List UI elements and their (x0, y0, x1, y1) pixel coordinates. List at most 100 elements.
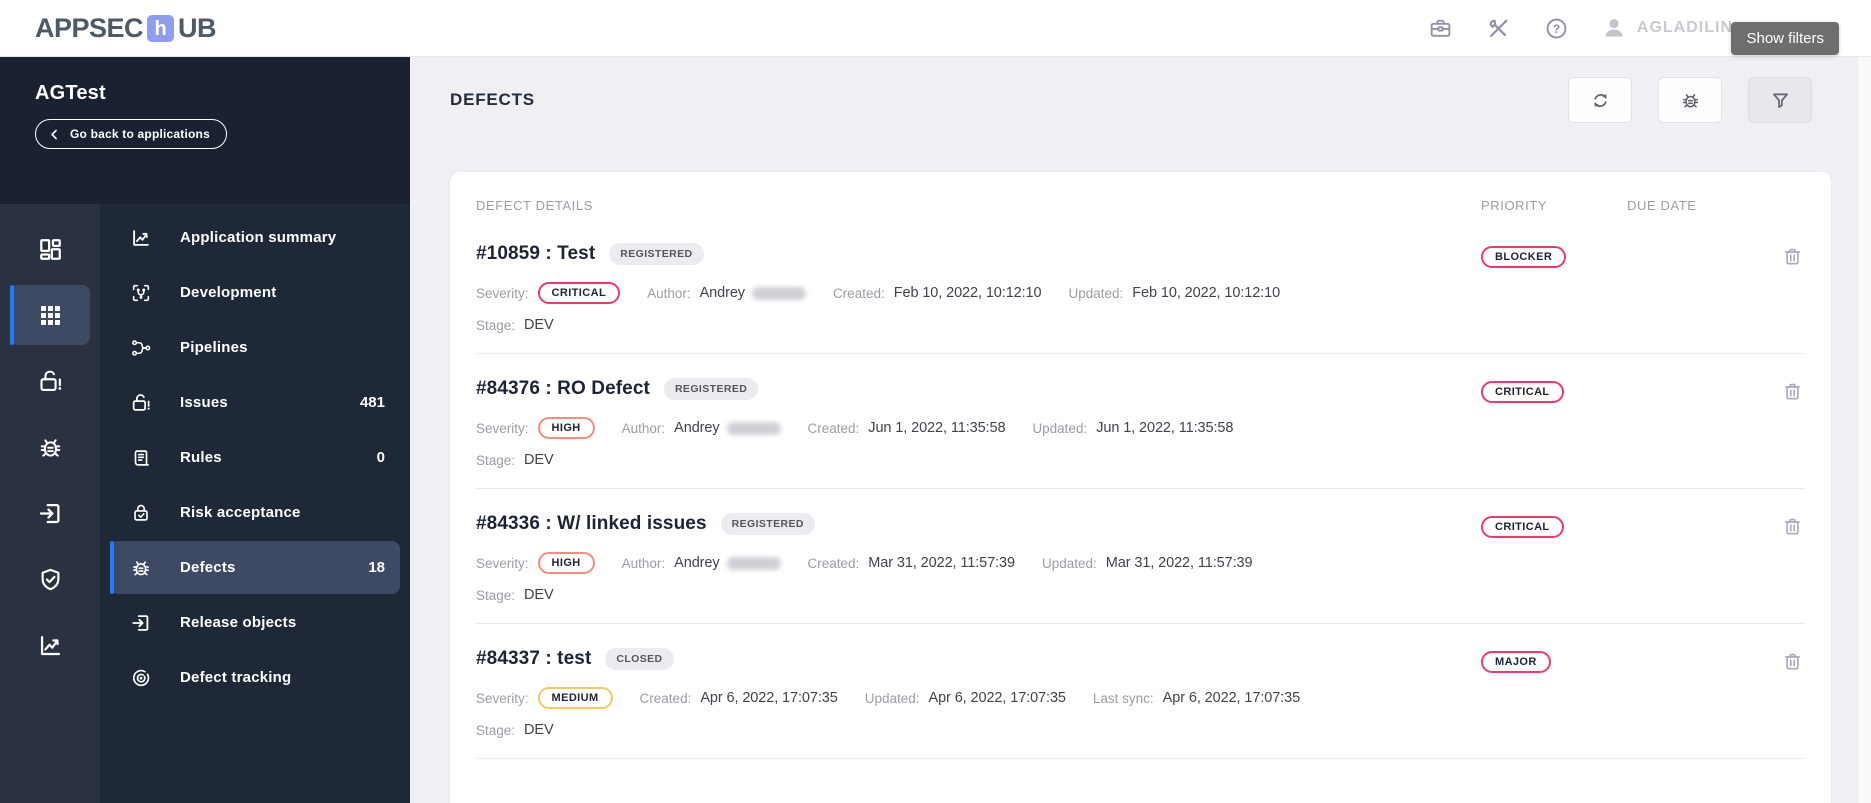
logo-text-left: APPSEC (35, 12, 144, 43)
severity-badge: CRITICAL (537, 282, 621, 304)
exit-icon (130, 612, 152, 634)
priority-cell: CRITICAL (1453, 513, 1599, 538)
priority-badge: CRITICAL (1481, 516, 1564, 538)
chevron-left-icon (48, 128, 61, 141)
stage-line: Stage: DEV (476, 452, 1453, 468)
sidebar-item-defects[interactable]: Defects 18 (100, 540, 410, 595)
created-value: Feb 10, 2022, 10:12:10 (893, 285, 1042, 301)
top-bar: APPSEC h UB AGLADILIN Show filters (0, 0, 1871, 57)
sidebar-header: AGTest Go back to applications (0, 57, 410, 204)
column-priority: PRIORITY (1481, 198, 1548, 213)
defect-title-line: #84336 : W/ linked issues REGISTERED (476, 513, 1453, 535)
last-sync: Last sync: Apr 6, 2022, 17:07:35 (1093, 690, 1300, 706)
stage-line: Stage: DEV (476, 722, 1453, 738)
priority-cell: MAJOR (1453, 648, 1599, 673)
bug-icon (37, 434, 64, 461)
created: Created: Feb 10, 2022, 10:12:10 (833, 285, 1042, 301)
author: Author: Andrey (647, 285, 806, 301)
delete-defect-button[interactable] (1779, 243, 1805, 269)
sidebar-item-defect-tracking[interactable]: Defect tracking (100, 650, 410, 705)
stage-value: DEV (524, 722, 554, 738)
delete-defect-button[interactable] (1779, 378, 1805, 404)
app-root: APPSEC h UB AGLADILIN Show filters AGTes… (0, 0, 1871, 803)
header-actions: AGLADILIN Show filters (1427, 0, 1853, 56)
author-value: Andrey (700, 285, 806, 301)
defect-title[interactable]: #84336 : W/ linked issues (476, 513, 707, 535)
sidebar-item-label: Development (180, 284, 277, 301)
sidebar-item-rules[interactable]: Rules 0 (100, 430, 410, 485)
sidebar-item-label: Issues (180, 394, 228, 411)
bug-icon (1680, 90, 1701, 111)
delete-defect-button[interactable] (1779, 513, 1805, 539)
sidebar-item-label: Risk acceptance (180, 504, 301, 521)
defect-meta-line: Severity: MEDIUM Created: Apr 6, 2022, 17:0… (476, 687, 1453, 709)
sidebar-item-development[interactable]: Development (100, 265, 410, 320)
defect-row: #84336 : W/ linked issues REGISTERED Sever… (476, 489, 1805, 624)
severity: Severity: MEDIUM (476, 687, 613, 709)
rail-item-chart[interactable] (0, 612, 100, 678)
rail-item-bug[interactable] (0, 414, 100, 480)
briefcase-button[interactable] (1427, 14, 1455, 42)
severity-badge: HIGH (537, 552, 595, 574)
help-button[interactable] (1543, 14, 1571, 42)
rail-item-shield-check[interactable] (0, 546, 100, 612)
delete-defect-button[interactable] (1779, 648, 1805, 674)
actions-cell (1779, 648, 1805, 674)
defect-details-cell: #84337 : test CLOSED Severity: MEDIUM Create… (476, 648, 1453, 738)
sidebar-item-label: Defect tracking (180, 669, 292, 686)
rail-item-dashboard[interactable] (0, 216, 100, 282)
column-defect-details: DEFECT DETAILS (476, 198, 593, 213)
stage-line: Stage: DEV (476, 587, 1453, 603)
updated: Updated: Jun 1, 2022, 11:35:58 (1032, 420, 1233, 436)
refresh-button[interactable] (1568, 77, 1632, 123)
pipeline-icon (130, 337, 152, 359)
updated-value: Mar 31, 2022, 11:57:39 (1105, 555, 1253, 571)
author-label: Author: (621, 555, 666, 571)
trash-icon (1781, 515, 1804, 538)
sidebar-item-release-objects[interactable]: Release objects (100, 595, 410, 650)
filter-button[interactable] (1748, 77, 1812, 123)
rail-item-lock-open[interactable] (0, 348, 100, 414)
defect-title-line: #84376 : RO Defect REGISTERED (476, 378, 1453, 400)
trash-icon (1781, 650, 1804, 673)
status-badge: REGISTERED (609, 243, 704, 265)
updated: Updated: Mar 31, 2022, 11:57:39 (1042, 555, 1253, 571)
created-value: Jun 1, 2022, 11:35:58 (868, 420, 1006, 436)
bug-button[interactable] (1658, 77, 1722, 123)
created-value: Apr 6, 2022, 17:07:35 (700, 690, 838, 706)
bug-icon (130, 557, 152, 579)
defect-title[interactable]: #84376 : RO Defect (476, 378, 650, 400)
author-value: Andrey (674, 420, 781, 436)
rail-item-exit[interactable] (0, 480, 100, 546)
updated: Updated: Apr 6, 2022, 17:07:35 (865, 690, 1066, 706)
priority-cell: BLOCKER (1453, 243, 1599, 268)
sidebar-item-risk-acceptance[interactable]: Risk acceptance (100, 485, 410, 540)
column-actions (1755, 198, 1805, 213)
sidebar-item-issues[interactable]: Issues 481 (100, 375, 410, 430)
created-label: Created: (832, 285, 885, 301)
priority-badge: CRITICAL (1481, 381, 1564, 403)
created-label: Created: (807, 555, 860, 571)
severity-label: Severity: (476, 555, 529, 571)
defect-title[interactable]: #10859 : Test (476, 243, 595, 265)
tools-button[interactable] (1485, 14, 1513, 42)
sidebar-item-label: Application summary (180, 229, 337, 246)
sidebar-item-pipelines[interactable]: Pipelines (100, 320, 410, 375)
created-label: Created: (639, 690, 692, 706)
rail-item-grid[interactable] (0, 282, 100, 348)
back-to-applications-button[interactable]: Go back to applications (35, 119, 227, 149)
author: Author: Andrey (622, 420, 781, 436)
sidebar-item-application-summary[interactable]: Application summary (100, 210, 410, 265)
dev-icon (130, 282, 152, 304)
defect-title[interactable]: #84337 : test (476, 648, 591, 670)
updated-value: Feb 10, 2022, 10:12:10 (1132, 285, 1281, 301)
scrollbar[interactable] (1857, 57, 1871, 803)
defect-row: #84337 : test CLOSED Severity: MEDIUM Create… (476, 624, 1805, 759)
created: Created: Jun 1, 2022, 11:35:58 (808, 420, 1006, 436)
severity-badge: MEDIUM (537, 687, 613, 709)
status-badge: REGISTERED (663, 378, 759, 400)
created: Created: Apr 6, 2022, 17:07:35 (640, 690, 838, 706)
defect-title-line: #10859 : Test REGISTERED (476, 243, 1453, 265)
logo-text-right: UB (178, 12, 217, 43)
severity-label: Severity: (476, 420, 529, 436)
